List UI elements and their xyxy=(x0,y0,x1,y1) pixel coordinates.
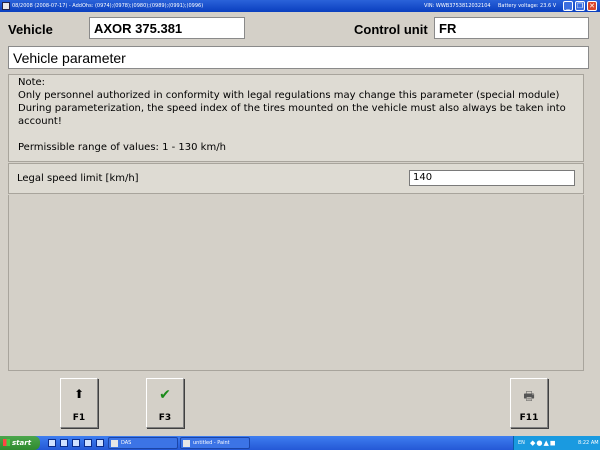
vehicle-field: AXOR 375.381 xyxy=(89,17,245,39)
f1-back-button[interactable]: ⬆ F1 xyxy=(60,378,98,428)
speed-limit-label: Legal speed limit [km/h] xyxy=(17,173,139,184)
restore-button[interactable]: ❐ xyxy=(575,1,585,11)
start-label: start xyxy=(12,439,32,447)
app-icon xyxy=(2,2,10,10)
taskbar: start DAS untitled - Paint EN ◆●▲◼ 8:22 … xyxy=(0,436,600,450)
paint-icon xyxy=(183,440,190,447)
task-paint[interactable]: untitled - Paint xyxy=(180,437,250,449)
note-spacer xyxy=(18,128,574,141)
parameter-row: Legal speed limit [km/h] 140 xyxy=(8,163,584,194)
start-button[interactable]: start xyxy=(0,436,40,450)
control-unit-label: Control unit xyxy=(354,22,428,37)
windows-logo-icon xyxy=(3,439,10,446)
quicklaunch-desktop-icon[interactable] xyxy=(48,439,56,447)
f11-print-button[interactable]: 🖶 F11 xyxy=(510,378,548,428)
battery-voltage-readout: Battery voltage: 23.6 V xyxy=(498,3,557,9)
tray-icons[interactable]: ◆●▲◼ xyxy=(530,439,557,447)
note-line: account! xyxy=(18,116,62,127)
printer-icon: 🖶 xyxy=(523,389,535,403)
window-title-bar: 08/2008 (2008-07-17) - AddOhs: (0974);(0… xyxy=(0,0,600,12)
note-line: Only personnel authorized in conformity … xyxy=(18,90,560,101)
note-heading: Note: xyxy=(18,77,46,88)
note-panel: Note: Only personnel authorized in confo… xyxy=(8,74,584,162)
speed-limit-input[interactable]: 140 xyxy=(409,170,575,186)
task-das[interactable]: DAS xyxy=(108,437,178,449)
up-arrow-icon: ⬆ xyxy=(73,387,85,401)
window-title: 08/2008 (2008-07-17) - AddOhs: (0974);(0… xyxy=(12,3,204,9)
minimize-button[interactable]: _ xyxy=(563,1,573,11)
vin-readout: VIN: WWB3753812032104 xyxy=(424,3,491,9)
language-indicator[interactable]: EN xyxy=(518,440,525,446)
quicklaunch-calculator-icon[interactable] xyxy=(60,439,68,447)
f1-label: F1 xyxy=(72,413,86,423)
close-button[interactable]: ✕ xyxy=(587,1,597,11)
permissible-range-text: Permissible range of values: 1 - 130 km/… xyxy=(18,142,226,153)
page-title: Vehicle parameter xyxy=(8,46,589,69)
vehicle-label: Vehicle xyxy=(8,22,53,37)
clock: 8:22 AM xyxy=(578,440,599,446)
f11-label: F11 xyxy=(519,413,539,423)
f3-accept-button[interactable]: ✔ F3 xyxy=(146,378,184,428)
note-line: During parameterization, the speed index… xyxy=(18,103,566,114)
task-label: untitled - Paint xyxy=(193,440,230,446)
das-icon xyxy=(111,440,118,447)
content-area xyxy=(8,195,584,371)
quicklaunch-explorer-icon[interactable] xyxy=(72,439,80,447)
control-unit-field: FR xyxy=(434,17,589,39)
quicklaunch-app-icon[interactable] xyxy=(96,439,104,447)
quicklaunch-browser-icon[interactable] xyxy=(84,439,92,447)
task-label: DAS xyxy=(121,440,132,446)
check-icon: ✔ xyxy=(159,387,171,403)
system-tray: EN ◆●▲◼ 8:22 AM xyxy=(513,436,600,450)
f3-label: F3 xyxy=(158,413,172,423)
